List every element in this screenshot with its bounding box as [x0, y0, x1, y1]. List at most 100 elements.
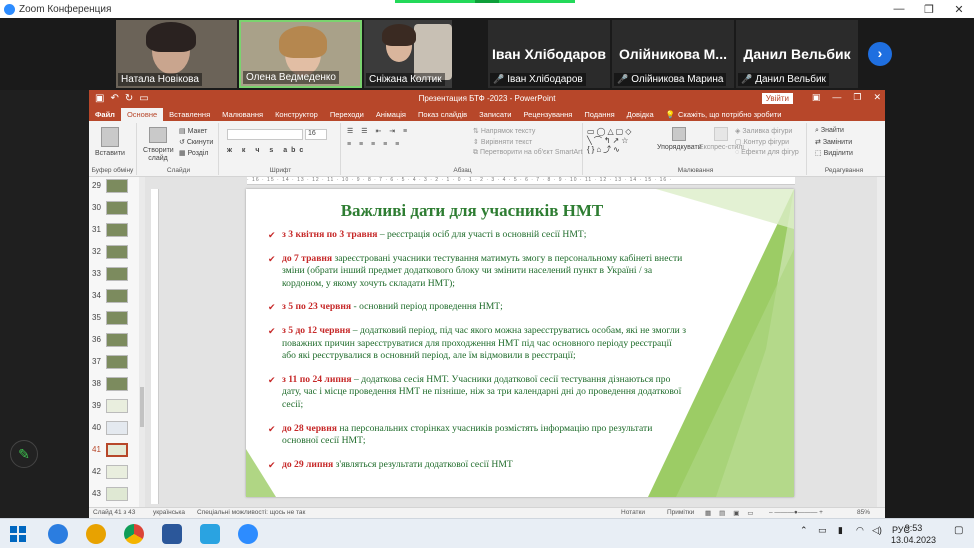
participant-tile[interactable]: Сніжана Колтик — [364, 20, 452, 88]
align-text-button[interactable]: ⇕ Вирівняти текст — [473, 138, 532, 146]
arrange-button[interactable]: Упорядкувати — [657, 127, 702, 151]
section-button[interactable]: ▦ Розділ — [179, 149, 209, 157]
font-name-select[interactable] — [227, 129, 303, 140]
shape-fill-button[interactable]: ◈ Заливка фігури — [735, 127, 792, 135]
smartart-button[interactable]: ⧉ Перетворити на об'єкт SmartArt — [473, 149, 582, 157]
chrome-icon[interactable] — [124, 524, 144, 544]
edge-browser-icon[interactable] — [48, 524, 68, 544]
accessibility-indicator[interactable]: Спеціальні можливості: щось не так — [197, 509, 305, 516]
network-icon[interactable]: ▭ — [818, 525, 827, 536]
list-item: ✔ з 3 квітня по 3 травня – реєстрація осі… — [268, 229, 587, 240]
tab-insert[interactable]: Вставлення — [163, 108, 216, 121]
align-buttons[interactable]: ≡ ≡ ≡ ≡ ≡ — [347, 141, 402, 148]
tab-record[interactable]: Записати — [473, 108, 517, 121]
tab-help[interactable]: Довідка — [621, 108, 660, 121]
slide-thumbnail[interactable]: 39 — [89, 397, 137, 419]
slide-thumbnail[interactable]: 35 — [89, 309, 137, 331]
slide-thumbnail[interactable]: 30 — [89, 199, 137, 221]
checkmark-icon: ✔ — [268, 302, 276, 313]
participant-display-name: Олійникова М... — [619, 46, 727, 62]
tab-design[interactable]: Конструктор — [269, 108, 324, 121]
thumbnails-scrollbar[interactable] — [139, 177, 145, 507]
close-icon[interactable]: ✕ — [944, 3, 974, 16]
new-slide-button[interactable]: Створити слайд — [143, 127, 174, 163]
comments-button[interactable]: Примітки — [667, 509, 694, 516]
annotate-pencil-button[interactable]: ✎ — [10, 440, 38, 468]
language-indicator[interactable]: українська — [153, 509, 185, 516]
slide-thumbnail[interactable]: 31 — [89, 221, 137, 243]
slide-thumbnail[interactable]: 43 — [89, 485, 137, 507]
notifications-icon[interactable]: ▢ — [954, 525, 963, 536]
slide-thumbnail[interactable]: 34 — [89, 287, 137, 309]
group-drawing: ▭◯△▢◇ ╲⌒↰↗☆ {}⌂⤴∿ Упорядкувати Експрес-сти… — [585, 123, 807, 175]
zoom-level[interactable]: 85% — [857, 509, 870, 516]
volume-icon[interactable]: ◁) — [872, 525, 882, 536]
participant-name: Іван Хлібодаров — [507, 74, 583, 85]
participant-tile[interactable]: Олійникова М... 🎤 Олійникова Марина — [612, 20, 734, 88]
select-button[interactable]: ⬚ Виділити — [815, 149, 853, 157]
slide-thumbnail[interactable]: 36 — [89, 331, 137, 353]
participant-tile-active[interactable]: Олена Ведмеденко — [239, 20, 362, 88]
tab-draw[interactable]: Малювання — [216, 108, 269, 121]
slide-thumbnail-selected[interactable]: 41 — [89, 441, 137, 463]
view-buttons[interactable]: ▦▤▣▭ — [705, 509, 762, 517]
tab-slideshow[interactable]: Показ слайдів — [412, 108, 473, 121]
zoom-window-title: Zoom Конференция — [19, 3, 112, 15]
lightbulb-icon: 💡 — [665, 110, 675, 119]
gallery-next-button[interactable]: › — [868, 42, 892, 66]
slide-thumbnail[interactable]: 37 — [89, 353, 137, 375]
word-icon[interactable] — [162, 524, 182, 544]
participant-tile[interactable]: Данил Вельбик 🎤 Данил Вельбик — [736, 20, 858, 88]
replace-button[interactable]: ⇄ Замінити — [815, 138, 852, 146]
slide-thumbnail[interactable]: 33 — [89, 265, 137, 287]
shapes-gallery[interactable]: ▭◯△▢◇ ╲⌒↰↗☆ {}⌂⤴∿ — [587, 127, 645, 163]
tab-file[interactable]: Файл — [89, 108, 121, 121]
find-button[interactable]: ⌕ Знайти — [815, 127, 844, 135]
zoom-app-icon[interactable] — [238, 524, 258, 544]
slide-scrollbar[interactable] — [877, 177, 885, 507]
font-size-select[interactable]: 16 — [305, 129, 327, 140]
close-icon[interactable]: ✕ — [873, 92, 881, 103]
tray-chevron-icon[interactable]: ⌃ — [800, 525, 808, 536]
participant-tile[interactable]: Іван Хлібодаров 🎤 Іван Хлібодаров — [488, 20, 610, 88]
list-buttons[interactable]: ☰ ☰ ⇤ ⇥ ≡ — [347, 127, 410, 135]
shape-outline-button[interactable]: ▢ Контур фігури — [735, 138, 789, 146]
minimize-icon[interactable]: — — [884, 3, 914, 15]
browser-icon[interactable] — [86, 524, 106, 544]
slide-thumbnail[interactable]: 32 — [89, 243, 137, 265]
slide-thumbnail[interactable]: 38 — [89, 375, 137, 397]
tell-me-box[interactable]: 💡 Скажіть, що потрібно зробити — [660, 108, 788, 121]
telegram-icon[interactable] — [200, 524, 220, 544]
tab-review[interactable]: Рецензування — [517, 108, 578, 121]
restore-icon[interactable]: ❐ — [914, 3, 944, 16]
paste-button[interactable]: Вставити — [95, 127, 125, 157]
mic-muted-icon: 🎤 — [741, 74, 753, 84]
start-button[interactable] — [10, 526, 26, 542]
battery-icon[interactable]: ▮ — [838, 525, 843, 536]
zoom-slider[interactable]: – ———●——— + — [769, 509, 823, 516]
tab-transitions[interactable]: Переходи — [324, 108, 370, 121]
current-slide[interactable]: Важливі дати для учасників НМТ ✔ з 3 квіт… — [246, 189, 794, 497]
mic-muted-icon: 🎤 — [493, 74, 505, 84]
notes-button[interactable]: Нотатки — [621, 509, 645, 516]
screen-share-indicator — [395, 0, 575, 3]
sign-in-button[interactable]: Увійти — [761, 93, 793, 104]
slide-thumbnail[interactable]: 42 — [89, 463, 137, 485]
system-clock[interactable]: 9:53 13.04.2023 — [891, 522, 936, 546]
ribbon-display-icon[interactable]: ▣ — [812, 92, 821, 103]
layout-button[interactable]: ▤ Макет — [179, 127, 207, 135]
slide-thumbnail[interactable]: 29 — [89, 177, 137, 199]
text-direction-button[interactable]: ⇅ Напрямок тексту — [473, 127, 535, 135]
horizontal-ruler: · 16 · 15 · 14 · 13 · 12 · 11 · 10 · 9 ·… — [247, 177, 795, 185]
wifi-icon[interactable]: ◠ — [856, 525, 864, 536]
minimize-icon[interactable]: — — [832, 92, 841, 103]
tab-animations[interactable]: Анімація — [370, 108, 412, 121]
reset-button[interactable]: ↺ Скинути — [179, 138, 213, 146]
participant-tile[interactable]: Натала Новікова — [116, 20, 237, 88]
font-format-buttons[interactable]: ж к ч s abc — [227, 147, 307, 154]
restore-icon[interactable]: ❐ — [853, 92, 861, 103]
tab-view[interactable]: Подання — [578, 108, 620, 121]
shape-effects-button[interactable]: ◌ Ефекти для фігур — [735, 149, 799, 156]
slide-thumbnail[interactable]: 40 — [89, 419, 137, 441]
tab-home[interactable]: Основне — [120, 108, 164, 121]
